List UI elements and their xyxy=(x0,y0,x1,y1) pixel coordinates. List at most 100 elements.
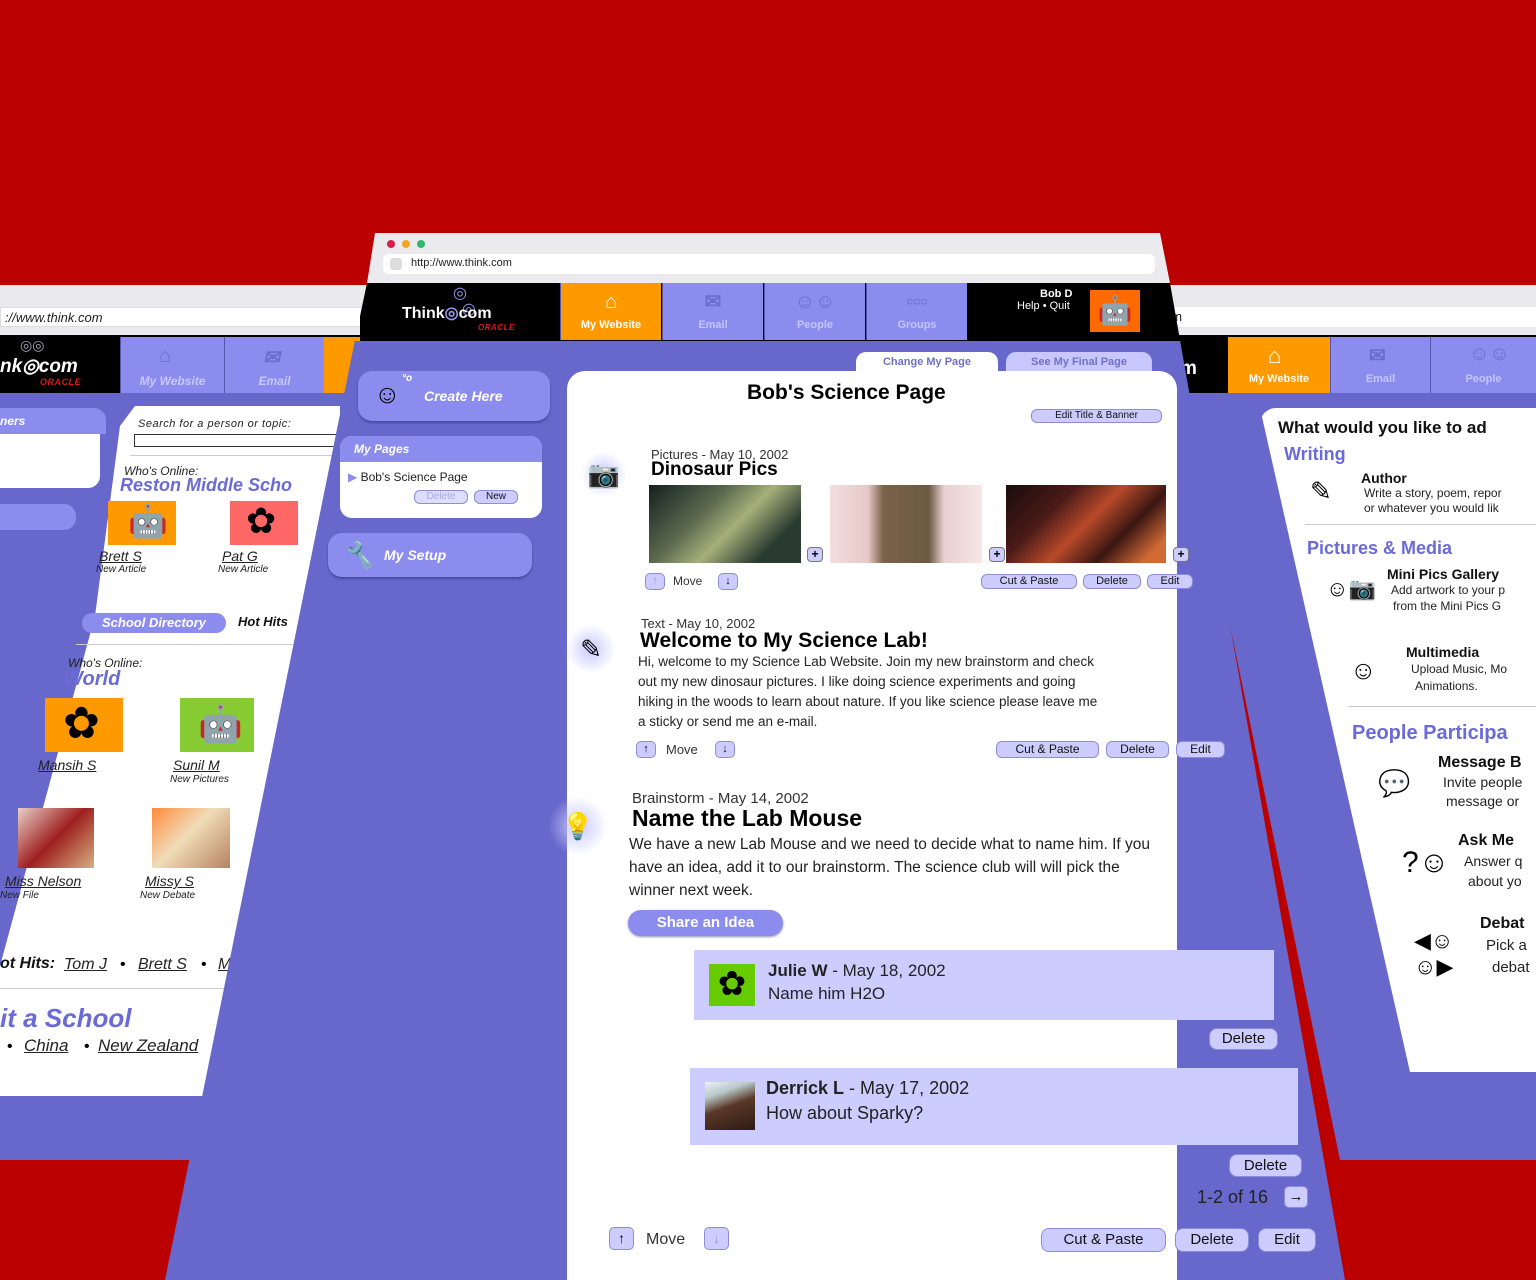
hot-hit-link[interactable]: Brett S xyxy=(138,956,187,974)
edit-button[interactable]: Edit xyxy=(1258,1228,1316,1252)
singer-photo[interactable] xyxy=(152,808,230,868)
move-up-button[interactable]: ↑ xyxy=(609,1227,634,1250)
divider xyxy=(76,644,296,645)
help-link[interactable]: Help xyxy=(1017,300,1040,312)
author-desc-1: Write a story, poem, repor xyxy=(1364,486,1502,500)
move-up-button[interactable]: ↑ xyxy=(645,573,665,590)
user-link-missy-s[interactable]: Missy S xyxy=(145,873,194,889)
tab-groups[interactable]: ▫▫▫ Groups xyxy=(866,283,967,340)
page-title: Bob's Science Page xyxy=(747,381,946,404)
author-title[interactable]: Author xyxy=(1361,470,1407,486)
quit-link[interactable]: Quit xyxy=(1050,300,1070,312)
tab-email[interactable]: ✉ Email xyxy=(662,283,763,340)
tab-my-website[interactable]: ⌂ My Website xyxy=(560,283,661,340)
comment-header: Julie W - May 18, 2002 xyxy=(768,961,946,980)
my-setup-button[interactable]: 🔧 My Setup xyxy=(328,533,532,577)
left-search-input[interactable] xyxy=(134,434,344,447)
country-link-china[interactable]: China xyxy=(24,1036,68,1056)
dinosaur-photo-3[interactable] xyxy=(1006,485,1166,563)
create-here-button[interactable]: ☺ °o Create Here xyxy=(358,371,550,421)
cut-paste-button[interactable]: Cut & Paste xyxy=(981,574,1077,589)
url-bar[interactable]: http://www.think.com xyxy=(383,254,1155,274)
delete-comment-button[interactable]: Delete xyxy=(1229,1154,1302,1177)
right-tab-people[interactable]: ☺☺ People xyxy=(1430,337,1536,393)
message-board-title[interactable]: Message B xyxy=(1438,754,1522,772)
left-tab-my-website[interactable]: ⌂ My Website xyxy=(120,337,224,393)
delete-button[interactable]: Delete xyxy=(1106,741,1169,758)
robot-avatar-icon[interactable]: 🤖 xyxy=(108,501,176,545)
cut-paste-button[interactable]: Cut & Paste xyxy=(996,741,1099,758)
multimedia-title[interactable]: Multimedia xyxy=(1406,644,1479,660)
left-url-bar[interactable]: ://www.think.com xyxy=(0,307,370,327)
oracle-logo: ORACLE xyxy=(478,323,515,332)
user-link-brett-s[interactable]: Brett S xyxy=(99,548,142,564)
move-down-button[interactable]: ↓ xyxy=(715,741,735,758)
user-link-pat-g[interactable]: Pat G xyxy=(222,548,258,564)
move-up-button[interactable]: ↑ xyxy=(636,741,656,758)
debate-title[interactable]: Debat xyxy=(1480,915,1524,933)
right-tab-my-website[interactable]: ⌂ My Website xyxy=(1228,337,1330,393)
robot-avatar-icon[interactable]: 🤖 xyxy=(1090,290,1140,332)
flower-avatar-icon[interactable]: ✿ xyxy=(230,501,298,545)
commenter-photo xyxy=(705,1082,755,1130)
cut-paste-button[interactable]: Cut & Paste xyxy=(1041,1228,1166,1252)
ask-me-desc-1: Answer q xyxy=(1464,853,1523,869)
debate-desc-2: debat xyxy=(1492,959,1530,976)
user-caption: New Debate xyxy=(140,890,196,901)
next-page-arrow-icon[interactable]: → xyxy=(1284,1186,1308,1208)
edit-button[interactable]: Edit xyxy=(1176,741,1225,758)
left-tab-email[interactable]: ✉ Email xyxy=(224,337,324,393)
left-panel-button[interactable] xyxy=(0,504,76,530)
page-icon xyxy=(390,258,402,270)
camera-face-icon: ☺📷 xyxy=(1326,576,1376,601)
user-link-mansih-s[interactable]: Mansih S xyxy=(38,757,96,773)
move-down-button[interactable]: ↓ xyxy=(704,1227,729,1250)
comment-text: Name him H2O xyxy=(768,984,886,1003)
delete-page-button[interactable]: Delete xyxy=(414,490,468,504)
minimize-window-button[interactable] xyxy=(402,240,410,248)
world-heading: World xyxy=(64,668,121,690)
hot-hit-link[interactable]: Tom J xyxy=(64,956,107,974)
page-list-item[interactable]: ▶ Bob's Science Page xyxy=(348,470,468,484)
right-tab-email[interactable]: ✉ Email xyxy=(1330,337,1430,393)
add-photo-plus-icon[interactable]: + xyxy=(1173,547,1189,562)
right-url-bar[interactable]: om xyxy=(1160,307,1536,327)
ask-me-title[interactable]: Ask Me xyxy=(1458,832,1514,850)
edit-title-banner-button[interactable]: Edit Title & Banner xyxy=(1031,409,1162,423)
school-directory-button[interactable]: School Directory xyxy=(82,613,226,633)
left-logo: nk◎com xyxy=(0,356,78,377)
speech-bubble-icon: 💬 xyxy=(1378,768,1411,798)
wrench-icon: 🔧 xyxy=(342,540,375,570)
section-title: Welcome to My Science Lab! xyxy=(640,629,928,652)
robot-avatar-icon[interactable]: 🤖 xyxy=(180,698,254,752)
user-link-miss-nelson[interactable]: Miss Nelson xyxy=(5,873,81,889)
divider xyxy=(0,988,230,989)
logo[interactable]: Think◎com xyxy=(402,303,492,323)
house-icon: ⌂ xyxy=(604,291,618,313)
user-link-sunil-m[interactable]: Sunil M xyxy=(173,757,220,773)
flower-avatar-icon[interactable]: ✿ xyxy=(45,698,123,752)
groups-icon: ▫▫▫ xyxy=(906,291,928,313)
mini-pics-title[interactable]: Mini Pics Gallery xyxy=(1387,566,1499,582)
country-link-new-zealand[interactable]: New Zealand xyxy=(98,1036,198,1056)
edit-button[interactable]: Edit xyxy=(1147,574,1193,589)
delete-comment-button[interactable]: Delete xyxy=(1209,1028,1278,1050)
close-window-button[interactable] xyxy=(387,240,395,248)
add-photo-plus-icon[interactable]: + xyxy=(807,547,823,562)
dinosaur-photo-1[interactable] xyxy=(649,485,801,563)
tab-people[interactable]: ☺☺ People xyxy=(764,283,865,340)
new-page-button[interactable]: New xyxy=(474,490,518,504)
football-player-photo[interactable] xyxy=(18,808,94,868)
triangle-right-icon: ▶ xyxy=(348,470,358,484)
maximize-window-button[interactable] xyxy=(417,240,425,248)
delete-button[interactable]: Delete xyxy=(1083,574,1141,589)
share-idea-button[interactable]: Share an Idea xyxy=(628,910,783,936)
right-question-heading: What would you like to ad xyxy=(1278,418,1487,437)
ask-me-desc-2: about yo xyxy=(1468,873,1522,889)
add-photo-plus-icon[interactable]: + xyxy=(989,547,1005,562)
hot-hits-tab[interactable]: Hot Hits xyxy=(238,614,288,629)
move-down-button[interactable]: ↓ xyxy=(718,573,738,590)
my-pages-panel: My Pages ▶ Bob's Science Page Delete New xyxy=(340,436,542,518)
dinosaur-photo-2[interactable] xyxy=(830,485,982,563)
delete-button[interactable]: Delete xyxy=(1175,1228,1249,1252)
